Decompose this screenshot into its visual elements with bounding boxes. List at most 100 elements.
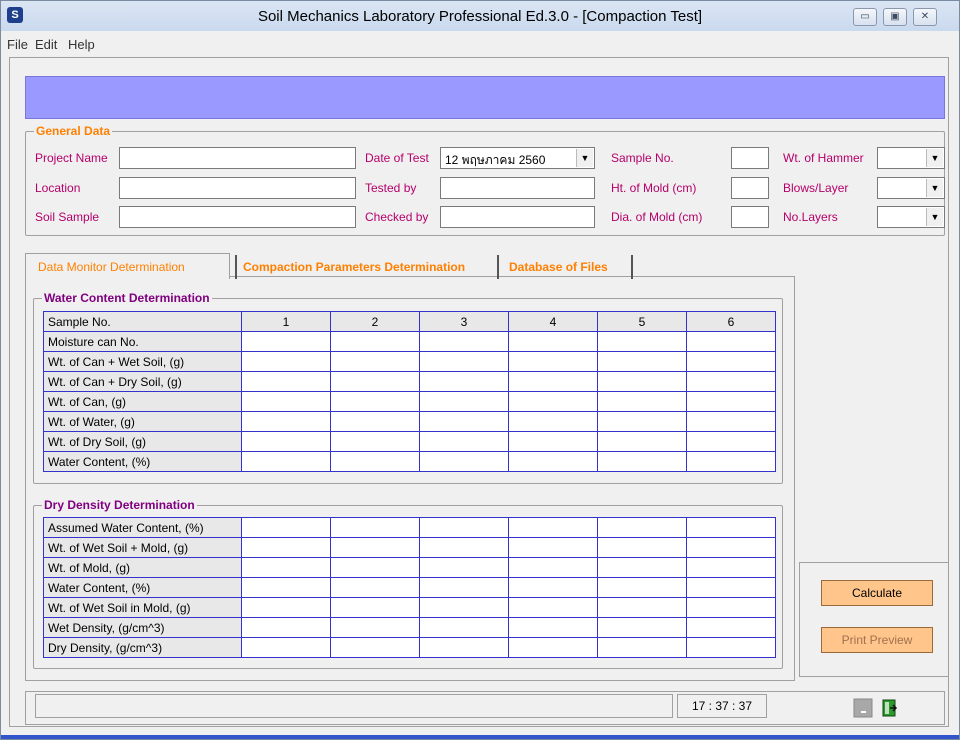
- table-cell[interactable]: [241, 351, 331, 372]
- table-cell[interactable]: [241, 577, 331, 598]
- sample-no-field[interactable]: [731, 147, 769, 169]
- table-cell[interactable]: [508, 351, 598, 372]
- table-cell[interactable]: [686, 431, 776, 452]
- wt-of-hammer-select[interactable]: ▼: [877, 147, 945, 169]
- minimize-window-button[interactable]: ▭: [853, 8, 877, 26]
- table-cell[interactable]: [508, 537, 598, 558]
- menu-file[interactable]: File: [7, 37, 28, 52]
- table-cell[interactable]: [508, 331, 598, 352]
- chevron-down-icon[interactable]: ▼: [926, 179, 943, 197]
- table-cell[interactable]: [419, 517, 509, 538]
- table-cell[interactable]: [508, 617, 598, 638]
- checked-by-field[interactable]: [440, 206, 595, 228]
- table-cell[interactable]: [686, 411, 776, 432]
- no-layers-select[interactable]: ▼: [877, 206, 945, 228]
- table-cell[interactable]: [419, 577, 509, 598]
- table-cell[interactable]: [241, 411, 331, 432]
- table-cell[interactable]: [241, 537, 331, 558]
- table-cell[interactable]: [597, 517, 687, 538]
- date-of-test-picker[interactable]: 12 พฤษภาคม 2560 ▼: [440, 147, 595, 169]
- table-cell[interactable]: [330, 351, 420, 372]
- table-cell[interactable]: [686, 351, 776, 372]
- table-cell[interactable]: [686, 617, 776, 638]
- table-cell[interactable]: [597, 411, 687, 432]
- table-cell[interactable]: [508, 451, 598, 472]
- table-cell[interactable]: [330, 597, 420, 618]
- table-cell[interactable]: [686, 391, 776, 412]
- table-cell[interactable]: [597, 331, 687, 352]
- table-cell[interactable]: [419, 557, 509, 578]
- table-cell[interactable]: [419, 391, 509, 412]
- table-cell[interactable]: [686, 557, 776, 578]
- tab-compaction-parameters[interactable]: Compaction Parameters Determination: [235, 255, 499, 279]
- table-cell[interactable]: [597, 637, 687, 658]
- table-cell[interactable]: [419, 451, 509, 472]
- table-cell[interactable]: [419, 351, 509, 372]
- table-cell[interactable]: [597, 537, 687, 558]
- calculate-button[interactable]: Calculate: [821, 580, 933, 606]
- table-cell[interactable]: [241, 597, 331, 618]
- chevron-down-icon[interactable]: ▼: [926, 149, 943, 167]
- location-field[interactable]: [119, 177, 356, 199]
- table-cell[interactable]: [419, 331, 509, 352]
- dia-of-mold-field[interactable]: [731, 206, 769, 228]
- menu-edit[interactable]: Edit: [35, 37, 57, 52]
- table-cell[interactable]: [508, 431, 598, 452]
- table-cell[interactable]: [241, 557, 331, 578]
- table-cell[interactable]: [330, 617, 420, 638]
- table-cell[interactable]: [508, 371, 598, 392]
- table-cell[interactable]: [330, 431, 420, 452]
- table-cell[interactable]: [241, 617, 331, 638]
- table-cell[interactable]: [330, 391, 420, 412]
- menu-help[interactable]: Help: [68, 37, 95, 52]
- table-cell[interactable]: [330, 577, 420, 598]
- table-cell[interactable]: [241, 371, 331, 392]
- table-cell[interactable]: [686, 371, 776, 392]
- table-cell[interactable]: [686, 637, 776, 658]
- table-cell[interactable]: [597, 431, 687, 452]
- maximize-window-button[interactable]: ▣: [883, 8, 907, 26]
- table-cell[interactable]: [508, 597, 598, 618]
- table-cell[interactable]: [330, 537, 420, 558]
- table-cell[interactable]: [508, 411, 598, 432]
- table-cell[interactable]: [508, 557, 598, 578]
- print-preview-button[interactable]: Print Preview: [821, 627, 933, 653]
- table-cell[interactable]: [597, 351, 687, 372]
- table-cell[interactable]: [686, 517, 776, 538]
- table-cell[interactable]: [686, 577, 776, 598]
- tab-data-monitor[interactable]: Data Monitor Determination: [25, 253, 230, 279]
- table-cell[interactable]: [597, 597, 687, 618]
- ht-of-mold-field[interactable]: [731, 177, 769, 199]
- table-cell[interactable]: [597, 391, 687, 412]
- table-cell[interactable]: [686, 331, 776, 352]
- table-cell[interactable]: [686, 451, 776, 472]
- soil-sample-field[interactable]: [119, 206, 356, 228]
- table-cell[interactable]: [508, 637, 598, 658]
- table-cell[interactable]: [686, 597, 776, 618]
- table-cell[interactable]: [241, 451, 331, 472]
- table-cell[interactable]: [508, 577, 598, 598]
- table-cell[interactable]: [330, 411, 420, 432]
- table-cell[interactable]: [241, 431, 331, 452]
- table-cell[interactable]: [419, 597, 509, 618]
- table-cell[interactable]: [419, 431, 509, 452]
- table-cell[interactable]: [419, 371, 509, 392]
- table-cell[interactable]: [330, 451, 420, 472]
- blows-layer-select[interactable]: ▼: [877, 177, 945, 199]
- table-cell[interactable]: [597, 371, 687, 392]
- chevron-down-icon[interactable]: ▼: [576, 149, 593, 167]
- table-cell[interactable]: [508, 391, 598, 412]
- project-name-field[interactable]: [119, 147, 356, 169]
- table-cell[interactable]: [330, 557, 420, 578]
- close-window-button[interactable]: ✕: [913, 8, 937, 26]
- table-cell[interactable]: [597, 451, 687, 472]
- table-cell[interactable]: [330, 517, 420, 538]
- table-cell[interactable]: [508, 517, 598, 538]
- minimize-icon[interactable]: [853, 698, 873, 718]
- table-cell[interactable]: [330, 371, 420, 392]
- table-cell[interactable]: [686, 537, 776, 558]
- table-cell[interactable]: [330, 331, 420, 352]
- table-cell[interactable]: [419, 411, 509, 432]
- table-cell[interactable]: [241, 391, 331, 412]
- table-cell[interactable]: [597, 617, 687, 638]
